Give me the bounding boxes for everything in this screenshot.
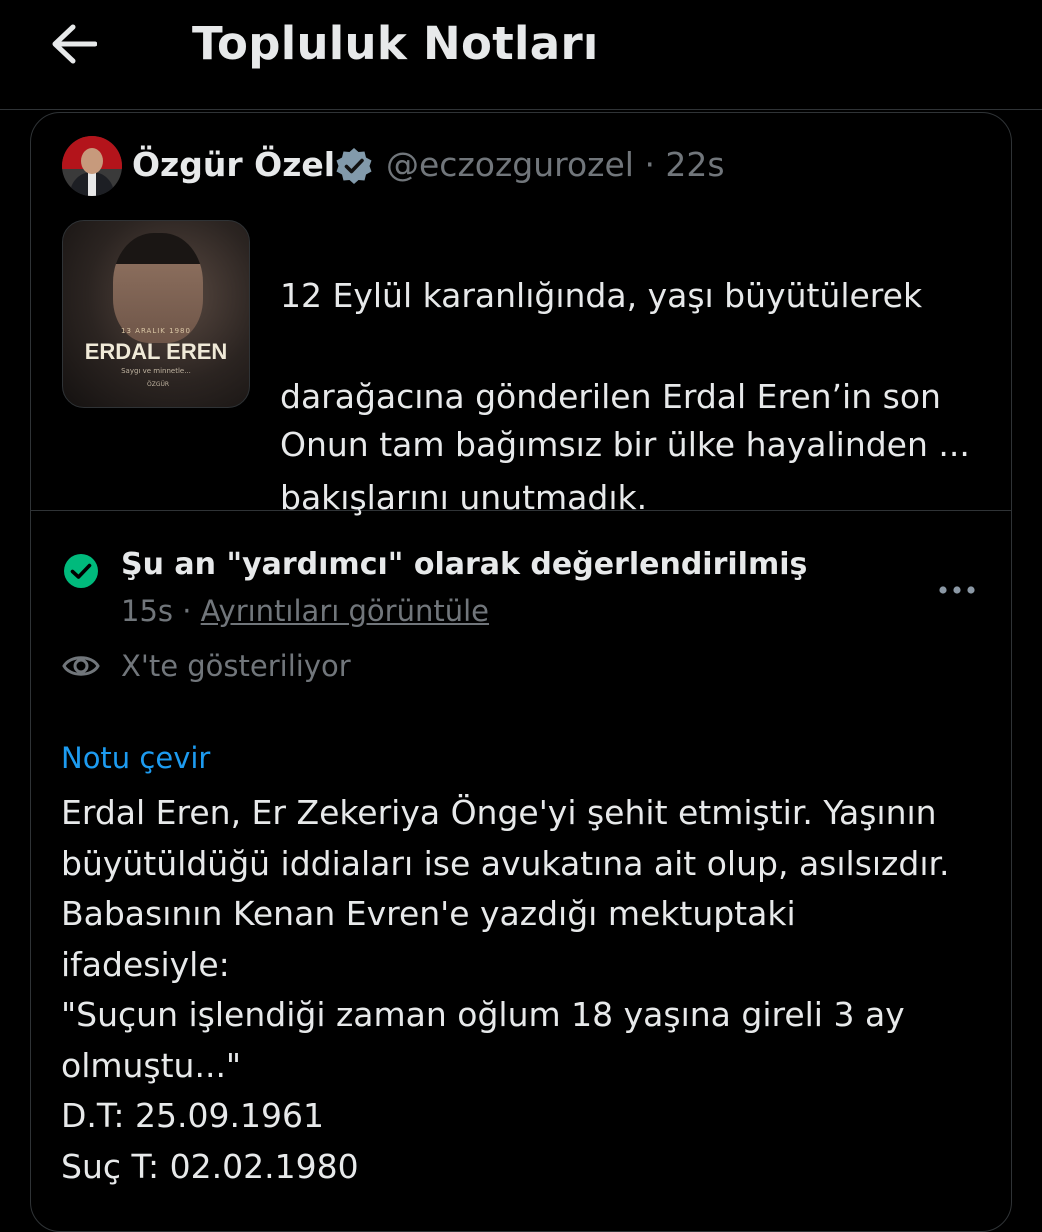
note-time: 15s bbox=[121, 594, 174, 628]
thumbnail-logo: ÖZGÜR bbox=[147, 381, 170, 388]
tweet-text-truncated[interactable]: Onun tam bağımsız bir ülke hayalinden ..… bbox=[280, 420, 1000, 470]
check-circle-icon bbox=[64, 554, 98, 588]
note-text-line: ifadesiyle: bbox=[61, 944, 230, 984]
note-text-line: büyütüldüğü iddiaları ise avukatına ait … bbox=[61, 843, 950, 883]
tweet-text-line: 12 Eylül karanlığında, yaşı büyütülerek bbox=[280, 275, 923, 315]
note-text-line: Erdal Eren, Er Zekeriya Önge'yi şehit et… bbox=[61, 793, 937, 832]
back-button[interactable] bbox=[44, 14, 104, 74]
arrow-left-icon bbox=[52, 24, 97, 64]
more-horizontal-icon[interactable] bbox=[936, 576, 978, 604]
page-title: Topluluk Notları bbox=[192, 17, 599, 70]
view-details-link[interactable]: Ayrıntıları görüntüle bbox=[201, 594, 489, 628]
verified-badge-icon bbox=[336, 148, 372, 184]
tweet-text-line: darağacına gönderilen Erdal Eren’in son bbox=[280, 376, 941, 416]
translate-note-link[interactable]: Notu çevir bbox=[61, 737, 210, 779]
tweet-text-line: bakışlarını unutmadık. bbox=[280, 477, 648, 517]
thumbnail-subtitle: Saygı ve minnetle... bbox=[121, 367, 191, 375]
note-text-line: "Suçun işlendiği zaman oğlum 18 yaşına g… bbox=[61, 995, 905, 1034]
tweet-text: 12 Eylül karanlığında, yaşı büyütülerek … bbox=[280, 220, 990, 574]
note-text-line: Suç T: 02.02.1980 bbox=[61, 1146, 359, 1186]
note-status-title: Şu an "yardımcı" olarak değerlendirilmiş bbox=[121, 547, 808, 582]
note-text-line: Babasının Kenan Evren'e yazdığı mektupta… bbox=[61, 894, 796, 933]
note-text: Erdal Eren, Er Zekeriya Önge'yi şehit et… bbox=[61, 788, 1001, 1192]
eye-icon bbox=[62, 656, 100, 676]
author-name[interactable]: Özgür Özel bbox=[132, 142, 335, 188]
note-text-line: D.T: 25.09.1961 bbox=[61, 1096, 324, 1135]
meta-separator: · bbox=[173, 594, 201, 628]
thumbnail-date: 13 ARALIK 1980 bbox=[121, 327, 191, 335]
thumbnail-title: ERDAL EREN bbox=[84, 339, 228, 364]
shown-on-x-label: X'te gösteriliyor bbox=[121, 649, 351, 683]
note-text-line: olmuştu..." bbox=[61, 1045, 242, 1085]
note-meta: 15s · Ayrıntıları görüntüle bbox=[121, 590, 489, 632]
top-bar: Topluluk Notları bbox=[0, 0, 1042, 110]
author-handle[interactable]: @eczozgurozel · 22s bbox=[386, 142, 725, 188]
tweet-media-thumbnail[interactable]: 13 ARALIK 1980 ERDAL EREN Saygı ve minne… bbox=[62, 220, 250, 408]
avatar[interactable] bbox=[62, 136, 122, 196]
